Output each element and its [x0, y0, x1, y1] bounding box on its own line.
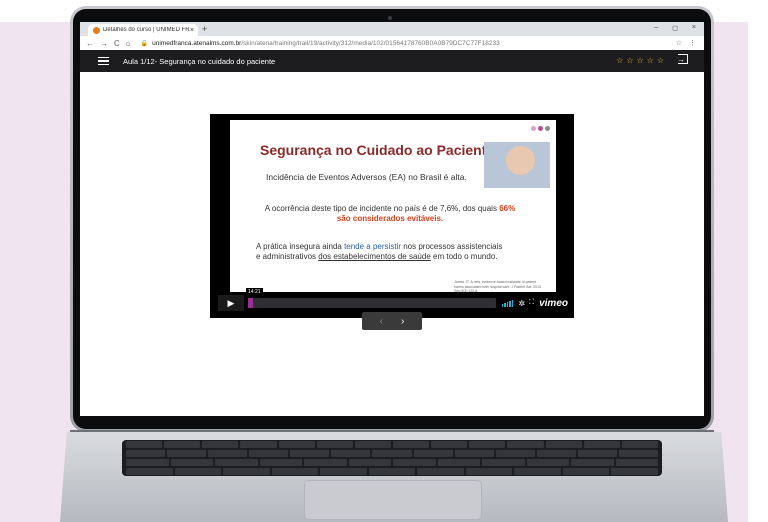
slide-paragraph-1: A ocorrência deste tipo de incidente no … — [260, 204, 520, 224]
play-icon: ▶ — [227, 297, 235, 308]
home-button[interactable]: ⌂ — [126, 39, 131, 48]
star-icon[interactable]: ☆ — [657, 56, 664, 65]
window-controls: – ◻ × — [654, 24, 696, 32]
slide-logo-icon — [531, 126, 550, 131]
lesson-title: Aula 1/12- Segurança no cuidado do pacie… — [123, 56, 276, 66]
webcam — [388, 16, 392, 20]
forward-button[interactable]: → — [100, 39, 108, 48]
previous-button[interactable]: ‹ — [380, 316, 383, 327]
hamburger-menu-icon[interactable] — [98, 56, 109, 66]
progress-bar[interactable]: 14:21 — [246, 288, 496, 308]
close-window-button[interactable]: × — [692, 24, 696, 32]
slide-frame: Segurança no Cuidado ao Paciente Incidên… — [230, 120, 556, 293]
bookmark-star-icon[interactable]: ☆ — [676, 39, 682, 47]
star-icon[interactable]: ☆ — [626, 56, 633, 65]
exit-arrow-icon[interactable]: → — [677, 55, 685, 64]
url-path: /skin/atena/training/trail/19/activity/3… — [241, 39, 500, 47]
new-tab-button[interactable]: + — [202, 24, 207, 34]
tab-title: Detalhes do curso | UNIMED FRA — [103, 27, 190, 33]
vimeo-logo[interactable]: vimeo — [539, 298, 568, 309]
player-controls: ▶ 14:21 ✲ ⛶ vimeo — [218, 288, 568, 312]
slide-title: Segurança no Cuidado ao Paciente — [260, 142, 495, 158]
play-button[interactable]: ▶ — [218, 295, 244, 311]
slide-text: A prática insegura ainda — [256, 242, 345, 251]
laptop-screen: Detalhes do curso | UNIMED FRA × + – ◻ ×… — [80, 22, 704, 416]
laptop-keyboard — [122, 440, 662, 476]
star-icon[interactable]: ☆ — [647, 56, 654, 65]
back-button[interactable]: ← — [86, 39, 94, 48]
progress-fill — [248, 298, 253, 308]
tab-close-icon[interactable]: × — [190, 27, 194, 34]
address-toolbar: ← → C ⌂ 🔒 unimedfranca.atenalms.com.br/s… — [80, 36, 704, 50]
lock-icon: 🔒 — [140, 40, 149, 47]
slide-reference: James JT. A new, evidence-based estimate… — [454, 280, 541, 293]
maximize-button[interactable]: ◻ — [672, 24, 678, 32]
slide-subtitle: Incidência de Eventos Adversos (EA) no B… — [266, 172, 467, 182]
fullscreen-icon[interactable]: ⛶ — [529, 299, 534, 307]
video-player[interactable]: Segurança no Cuidado ao Paciente Incidên… — [210, 114, 574, 318]
star-icon[interactable]: ☆ — [636, 56, 643, 65]
url-domain: unimedfranca.atenalms.com.br — [152, 39, 242, 47]
volume-icon[interactable] — [501, 299, 514, 307]
next-button[interactable]: › — [401, 316, 404, 327]
laptop-trackpad — [304, 480, 482, 520]
url-field[interactable]: 🔒 unimedfranca.atenalms.com.br/skin/aten… — [141, 40, 500, 47]
slide-paragraph-2: A prática insegura ainda tende a persist… — [256, 242, 506, 262]
favicon-icon — [93, 26, 100, 34]
slide-photo — [484, 142, 550, 188]
rating-stars[interactable]: ☆ ☆ ☆ ☆ ☆ — [616, 56, 664, 65]
slide-highlight-blue: tende a persistir — [344, 242, 401, 251]
slide-text: A ocorrência deste tipo de incidente no … — [264, 204, 500, 213]
slide-underlined: dos estabelecimentos de saúde — [318, 252, 431, 261]
time-badge: 14:21 — [246, 288, 263, 296]
slide-text: em todo o mundo. — [430, 252, 498, 261]
slide-pager: ‹ › — [362, 312, 422, 330]
browser-tab[interactable]: Detalhes do curso | UNIMED FRA × — [88, 24, 198, 36]
settings-icon[interactable]: ✲ — [518, 299, 525, 308]
minimize-button[interactable]: – — [654, 24, 658, 32]
reload-button[interactable]: C — [114, 39, 120, 48]
star-icon[interactable]: ☆ — [616, 56, 623, 65]
course-header: Aula 1/12- Segurança no cuidado do pacie… — [80, 50, 704, 72]
browser-tab-bar: Detalhes do curso | UNIMED FRA × + – ◻ × — [80, 22, 704, 36]
browser-menu-icon[interactable]: ⋮ — [689, 39, 696, 47]
